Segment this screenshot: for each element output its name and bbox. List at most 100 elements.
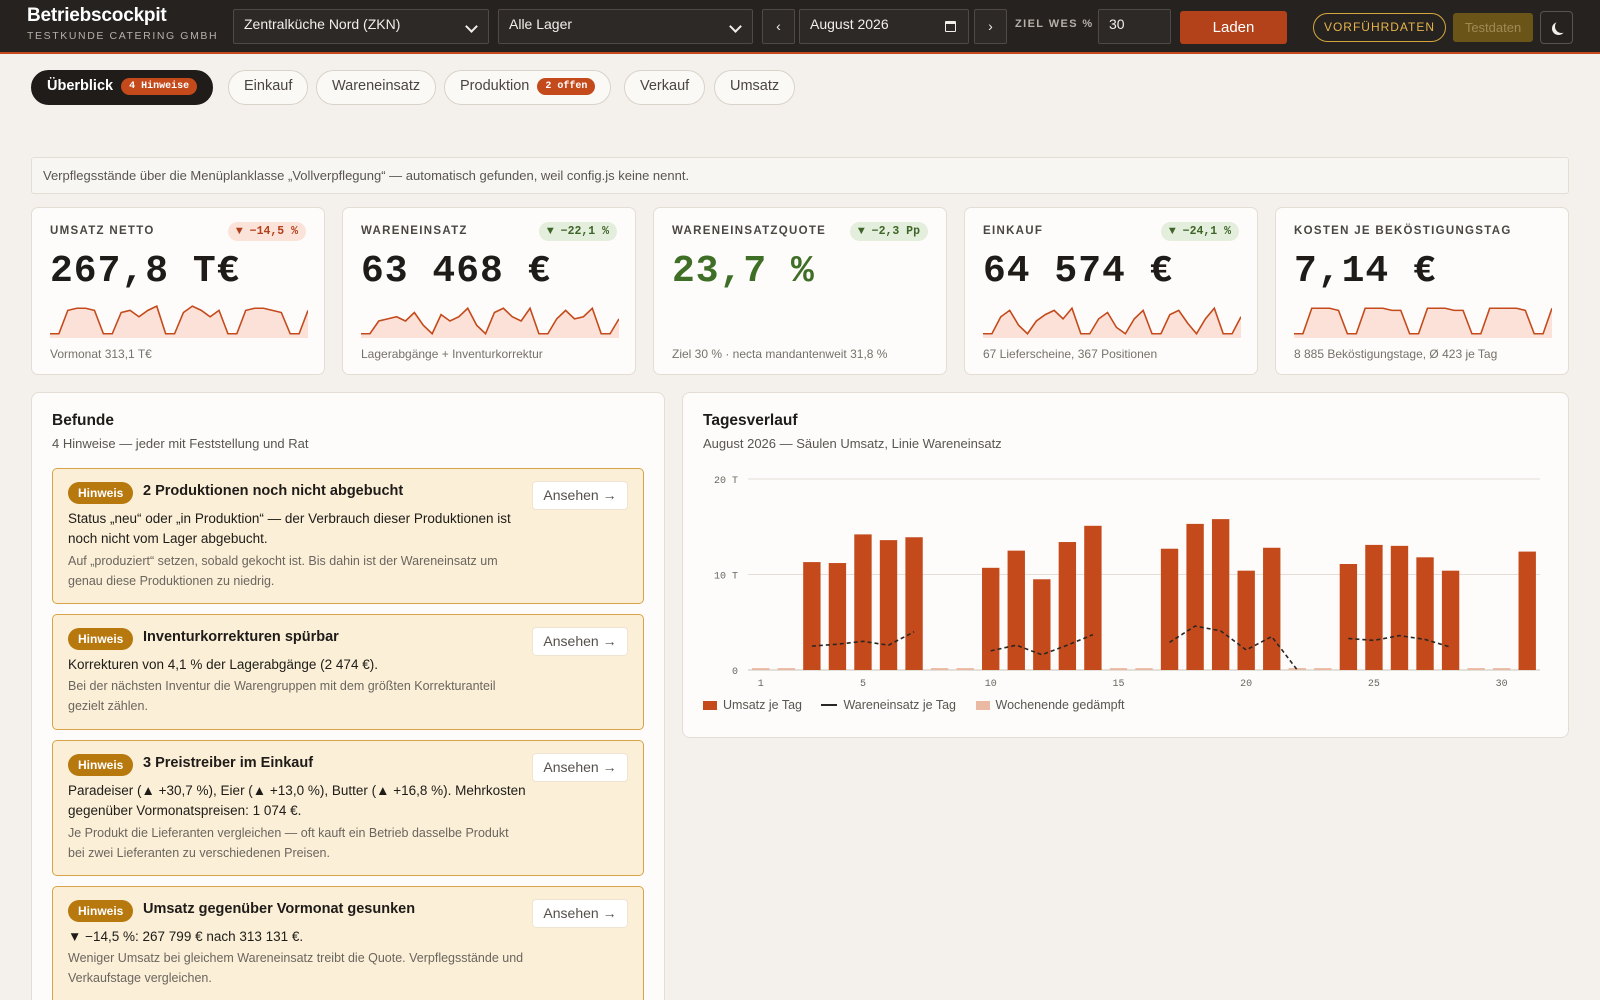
legend-item-wareneinsatz: Wareneinsatz je Tag — [821, 697, 956, 712]
finding-card: Hinweis Inventurkorrekturen spürbar Anse… — [52, 614, 644, 730]
tab-umsatz[interactable]: Umsatz — [714, 70, 796, 105]
legend-swatch — [975, 700, 990, 710]
tab-label: Umsatz — [730, 78, 780, 94]
bar-umsatz-day-25 — [1365, 544, 1383, 670]
month-input[interactable]: August 2026 — [799, 9, 969, 44]
bar-umsatz-day-27 — [1416, 557, 1434, 670]
finding-card: Hinweis 3 Preistreiber im Einkauf Ansehe… — [52, 740, 644, 876]
tab-produktion[interactable]: Produktion 2 offen — [444, 70, 612, 105]
moon-icon — [1555, 20, 1568, 33]
kpi-label: UMSATZ NETTO — [50, 225, 155, 237]
daily-chart-panel: Tagesverlauf August 2026 — Säulen Umsatz… — [682, 392, 1569, 738]
finding-advice: Weniger Umsatz bei gleichem Wareneinsatz… — [68, 951, 524, 985]
tab-badge: 4 Hinweise — [121, 78, 198, 95]
brand: Betriebscockpit TESTKUNDE CATERING GMBH — [27, 5, 218, 42]
findings-panel: Befunde 4 Hinweise — jeder mit Feststell… — [31, 392, 665, 1000]
daily-chart: 010 T20 T1 5 10 15 20 25 30 — [714, 476, 1540, 690]
finding-badge: Hinweis — [68, 482, 134, 504]
x-tick-label: 15 — [1112, 679, 1124, 690]
legend-swatch — [703, 700, 717, 710]
month-value: August 2026 — [810, 16, 889, 32]
finding-badge: Hinweis — [68, 754, 134, 776]
demo-data-button[interactable]: VORFÜHRDATEN — [1313, 13, 1446, 42]
tab-verkauf[interactable]: Verkauf — [624, 70, 706, 105]
tab-label: Wareneinsatz — [332, 78, 421, 94]
bar-umsatz-day-10 — [982, 567, 1000, 670]
theme-toggle-button[interactable] — [1540, 11, 1573, 44]
top-bar: Betriebscockpit TESTKUNDE CATERING GMBH … — [0, 0, 1600, 54]
bar-umsatz-day-17 — [1160, 548, 1179, 670]
bar-umsatz-day-8 — [930, 668, 949, 670]
view-finding-button[interactable]: Ansehen → — [532, 753, 628, 782]
bar-umsatz-day-15 — [1109, 668, 1128, 670]
view-finding-button[interactable]: Ansehen → — [532, 899, 628, 928]
y-tick-label: 10 T — [714, 572, 738, 583]
bar-umsatz-day-22 — [1288, 668, 1306, 670]
legend-label: Umsatz je Tag — [723, 698, 802, 713]
chevron-down-icon — [729, 20, 742, 33]
test-data-button[interactable]: Testdaten — [1453, 13, 1533, 42]
load-button[interactable]: Laden — [1180, 11, 1287, 44]
kpi-sparkline — [983, 306, 1241, 338]
kpi-sparkline — [1294, 307, 1552, 338]
kpi-label: WARENEINSATZ — [361, 225, 468, 237]
tab-wareneinsatz[interactable]: Wareneinsatz — [316, 70, 437, 105]
brand-subtitle: TESTKUNDE CATERING GMBH — [27, 30, 219, 42]
kpi-value: 64 574 € — [983, 250, 1174, 293]
finding-advice: Je Produkt die Lieferanten vergleichen —… — [68, 826, 509, 860]
tab-label: Verkauf — [640, 78, 690, 94]
kpi-sparkline — [361, 306, 619, 338]
kpi-sparkline — [50, 305, 308, 338]
finding-advice: Bei der nächsten Inventur die Warengrupp… — [68, 679, 496, 713]
tab-label: Überblick — [47, 78, 114, 94]
bar-umsatz-day-29 — [1467, 668, 1485, 670]
finding-statement: ▼ −14,5 %: 267 799 € nach 313 131 €. — [68, 929, 304, 944]
lager-select[interactable]: Alle Lager — [498, 9, 753, 44]
kpi-value: 23,7 % — [672, 250, 815, 293]
ziel-wes-input[interactable]: 30 — [1098, 9, 1171, 44]
tab-einkauf[interactable]: Einkauf — [228, 70, 309, 105]
bar-umsatz-day-23 — [1314, 668, 1332, 670]
bar-umsatz-day-21 — [1263, 547, 1281, 670]
legend-label: Wochenende gedämpft — [995, 698, 1125, 713]
finding-badge: Hinweis — [68, 628, 134, 650]
kpi-label: WARENEINSATZQUOTE — [672, 225, 827, 237]
kpi-label: KOSTEN JE BEKÖSTIGUNGSTAG — [1294, 225, 1512, 237]
x-tick-label: 25 — [1368, 679, 1380, 690]
y-tick-label: 0 — [732, 667, 738, 678]
finding-statement: Korrekturen von 4,1 % der Lagerabgänge (… — [68, 657, 378, 672]
bar-umsatz-day-5 — [854, 534, 872, 670]
kitchen-select[interactable]: Zentralküche Nord (ZKN) — [233, 9, 489, 44]
x-tick-label: 1 — [758, 679, 764, 690]
kpi-value: 7,14 € — [1294, 250, 1437, 293]
tab-label: Produktion — [460, 78, 530, 94]
tab-ueberblick[interactable]: Überblick 4 Hinweise — [31, 70, 214, 105]
bar-umsatz-day-26 — [1390, 545, 1409, 670]
bar-umsatz-day-13 — [1058, 542, 1077, 670]
kpi-delta-badge: ▼ −22,1 % — [538, 222, 617, 241]
bar-umsatz-day-16 — [1135, 668, 1153, 670]
x-tick-label: 30 — [1496, 679, 1508, 690]
kpi-footer: 67 Lieferscheine, 367 Positionen — [983, 347, 1158, 361]
kpi-label: EINKAUF — [983, 225, 1044, 237]
legend-item-wochenende: Wochenende gedämpft — [975, 697, 1125, 713]
kpi-footer: Vormonat 313,1 T€ — [50, 347, 152, 361]
finding-title: 3 Preistreiber im Einkauf — [143, 755, 314, 771]
prev-month-button[interactable]: ‹ — [762, 9, 795, 44]
finding-advice: Auf „produziert“ setzen, sobald gekocht … — [68, 554, 498, 588]
calendar-icon[interactable] — [945, 21, 956, 32]
tab-label: Einkauf — [244, 78, 293, 94]
finding-title: Umsatz gegenüber Vormonat gesunken — [143, 901, 416, 917]
bar-umsatz-day-24 — [1339, 563, 1358, 670]
x-tick-label: 20 — [1240, 679, 1252, 690]
bar-umsatz-day-30 — [1492, 668, 1511, 670]
kpi-delta-badge: ▼ −24,1 % — [1160, 222, 1239, 241]
bar-umsatz-day-2 — [777, 668, 796, 670]
kpi-value: 63 468 € — [361, 250, 552, 293]
view-finding-button[interactable]: Ansehen → — [532, 481, 628, 510]
kpi-delta-badge: ▼ −14,5 % — [227, 222, 306, 241]
next-month-button[interactable]: › — [974, 9, 1007, 44]
view-finding-button[interactable]: Ansehen → — [532, 627, 628, 656]
brand-title: Betriebscockpit — [27, 5, 167, 26]
kpi-card-wareneinsatzquote: WARENEINSATZQUOTE ▼ −2,3 Pp 23,7 % Ziel … — [653, 207, 947, 375]
